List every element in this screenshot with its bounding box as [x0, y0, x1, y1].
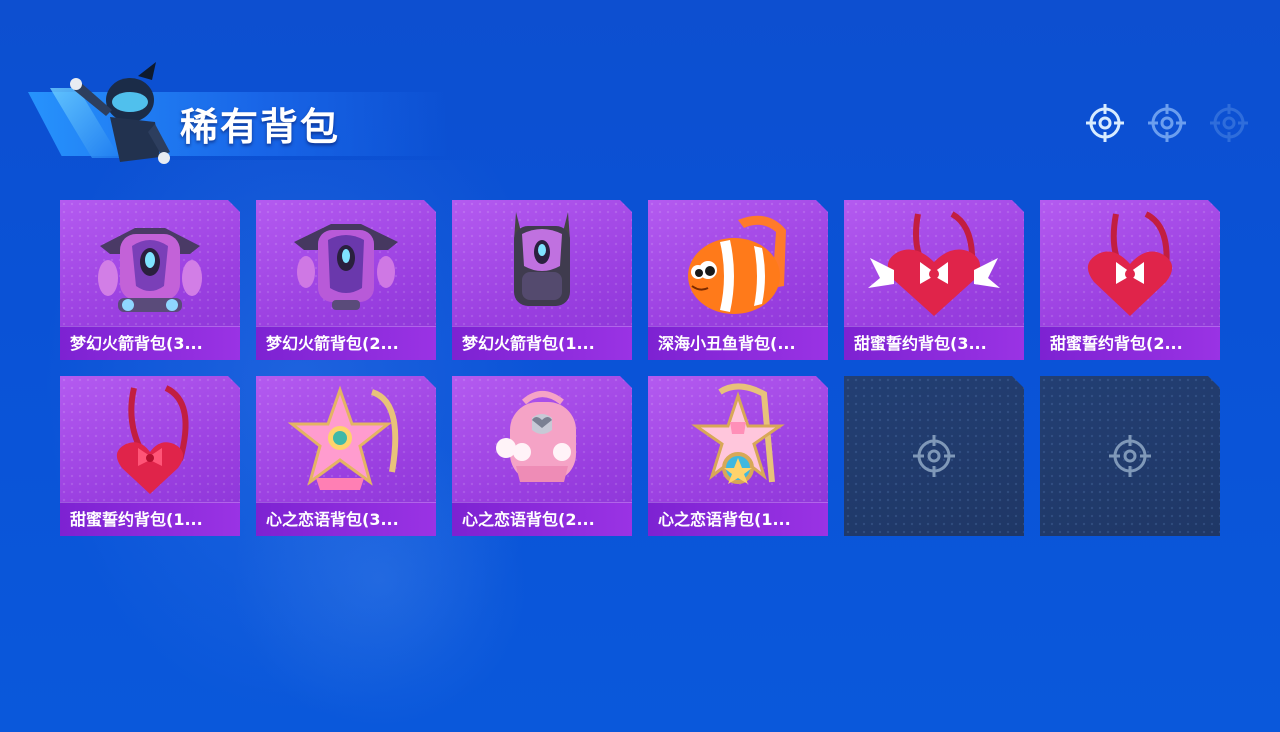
- star-backpack-icon: [287, 385, 399, 490]
- rocket-backpack-icon: [98, 228, 202, 312]
- header: 稀有背包: [28, 62, 468, 172]
- item-label: 深海小丑鱼背包(...: [648, 326, 828, 360]
- crosshair-icon: [1109, 435, 1151, 477]
- backpack-card[interactable]: 梦幻火箭背包(1...: [452, 200, 632, 360]
- pink-backpack-icon: [496, 391, 576, 482]
- item-label: 梦幻火箭背包(2...: [256, 326, 436, 360]
- backpack-grid: 梦幻火箭背包(3... 梦幻火箭背包(2... 梦幻火箭背包(1... 深海小丑…: [60, 200, 1220, 536]
- rocket-backpack-icon: [514, 212, 570, 306]
- empty-slot[interactable]: [1040, 376, 1220, 536]
- item-label: 心之恋语背包(1...: [648, 502, 828, 536]
- rocket-backpack-icon: [294, 224, 398, 310]
- clownfish-backpack-icon: [688, 215, 786, 314]
- backpack-card[interactable]: 梦幻火箭背包(2...: [256, 200, 436, 360]
- backpack-card[interactable]: 心之恋语背包(1...: [648, 376, 828, 536]
- crosshair-icon[interactable]: [1208, 102, 1250, 144]
- heart-backpack-icon: [116, 385, 189, 494]
- empty-slot[interactable]: [844, 376, 1024, 536]
- backpack-card[interactable]: 深海小丑鱼背包(...: [648, 200, 828, 360]
- skydiver-mascot-icon: [70, 62, 170, 164]
- backpack-card[interactable]: 甜蜜誓约背包(1...: [60, 376, 240, 536]
- star-backpack-icon: [691, 383, 785, 484]
- item-label: 梦幻火箭背包(1...: [452, 326, 632, 360]
- crosshair-icon[interactable]: [1146, 102, 1188, 144]
- item-label: 甜蜜誓约背包(3...: [844, 326, 1024, 360]
- item-label: 心之恋语背包(3...: [256, 502, 436, 536]
- page-title: 稀有背包: [180, 105, 341, 149]
- heart-backpack-icon: [868, 211, 1000, 316]
- backpack-card[interactable]: 甜蜜誓约背包(2...: [1040, 200, 1220, 360]
- item-label: 梦幻火箭背包(3...: [60, 326, 240, 360]
- backpack-card[interactable]: 心之恋语背包(2...: [452, 376, 632, 536]
- backpack-card[interactable]: 甜蜜誓约背包(3...: [844, 200, 1024, 360]
- crosshair-icon: [913, 435, 955, 477]
- item-label: 心之恋语背包(2...: [452, 502, 632, 536]
- backpack-card[interactable]: 心之恋语背包(3...: [256, 376, 436, 536]
- item-label: 甜蜜誓约背包(1...: [60, 502, 240, 536]
- heart-backpack-icon: [1087, 211, 1173, 316]
- crosshair-icon[interactable]: [1084, 102, 1126, 144]
- item-label: 甜蜜誓约背包(2...: [1040, 326, 1220, 360]
- page-indicators: [1084, 102, 1250, 144]
- backpack-card[interactable]: 梦幻火箭背包(3...: [60, 200, 240, 360]
